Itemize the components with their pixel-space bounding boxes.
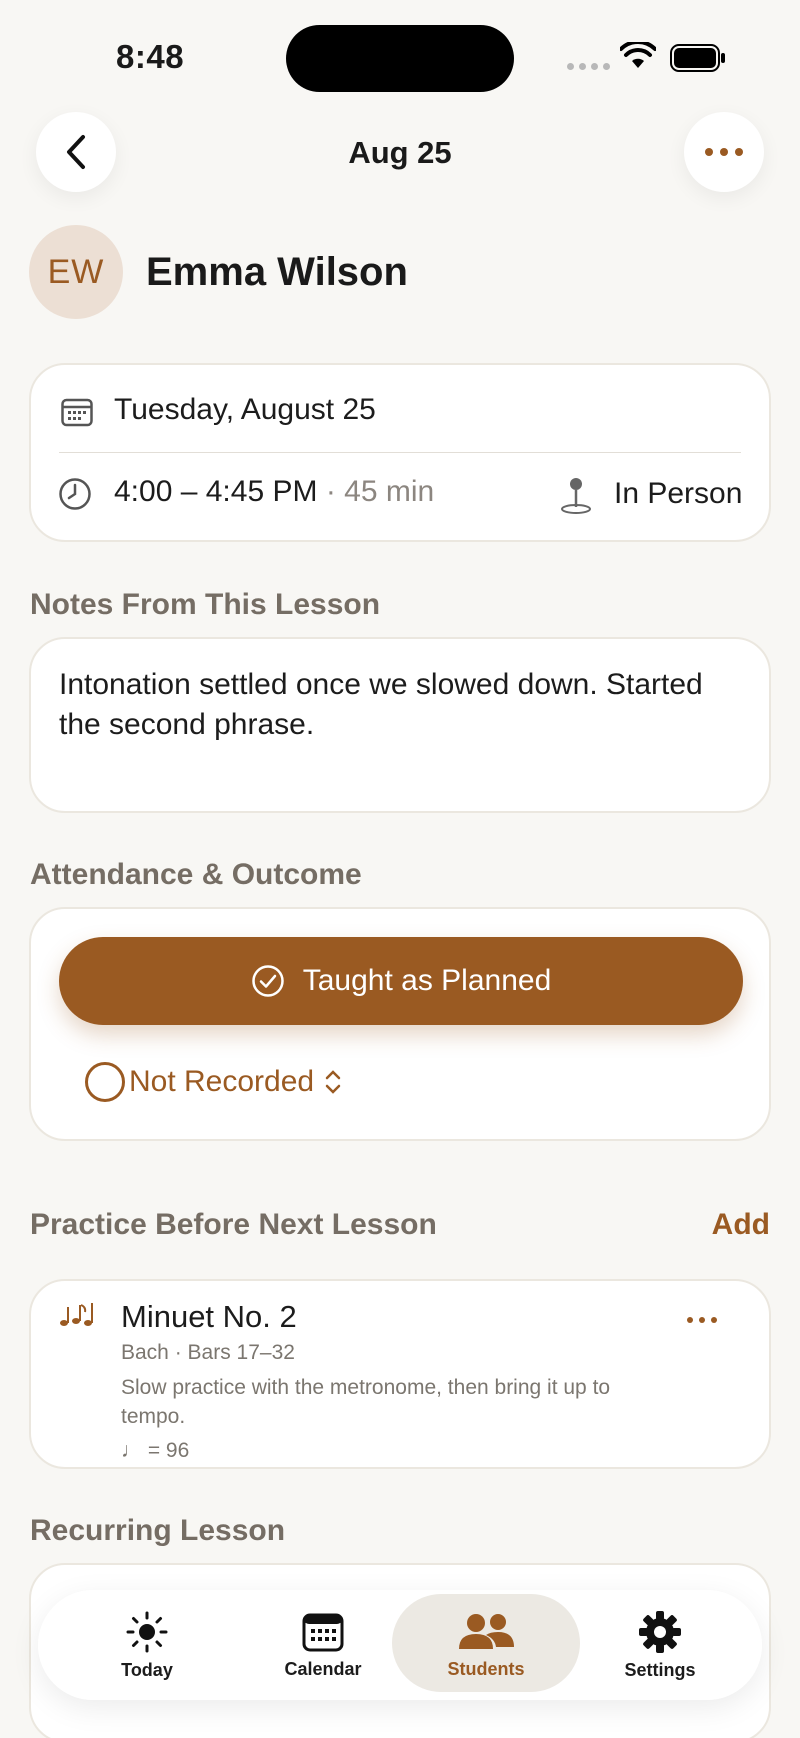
battery-icon [670,44,725,72]
recurring-heading: Recurring Lesson [30,1514,286,1547]
divider [59,452,741,453]
practice-heading: Practice Before Next Lesson [30,1208,437,1241]
people-icon [459,1613,514,1649]
sun-icon [126,1611,168,1652]
taught-as-planned-button[interactable]: Taught as Planned [59,937,743,1025]
attendance-status-label: Not Recorded [129,1065,315,1098]
piece-title: Minuet No. 2 [121,1299,297,1334]
calendar-icon [302,1613,344,1651]
tab-students[interactable]: Students [416,1590,556,1700]
add-practice-button[interactable]: Add [712,1208,770,1242]
lesson-date: Tuesday, August 25 [114,393,376,426]
tab-settings[interactable]: Settings [590,1590,730,1700]
lesson-location: In Person [614,477,743,510]
piece-tempo: ♩ = 96 [121,1439,190,1462]
dynamic-island [286,25,514,92]
page-title: Aug 25 [348,135,452,170]
notes-text[interactable]: Intonation settled once we slowed down. … [59,665,743,745]
tab-calendar-label: Calendar [284,1658,362,1679]
gear-icon [639,1610,681,1653]
piece-description: Slow practice with the metronome, then b… [121,1376,611,1428]
empty-circle-icon [85,1062,125,1102]
clock-icon [59,478,91,510]
tab-students-label: Students [447,1658,525,1679]
tab-bar: Today Calendar Students Settings [38,1590,762,1700]
tab-today-label: Today [121,1659,173,1680]
notes-heading: Notes From This Lesson [30,588,381,621]
lesson-time: 4:00 – 4:45 PM · 45 min [114,475,434,509]
attendance-card: Taught as Planned Not Recorded [29,907,771,1141]
ellipsis-icon [705,148,743,156]
status-bar: 8:48 [0,0,800,110]
more-button[interactable] [684,112,764,192]
cellular-signal-icon [567,63,610,70]
lesson-duration: · 45 min [325,475,435,508]
practice-item-card[interactable]: Minuet No. 2 Bach · Bars 17–32 Slow prac… [29,1279,771,1469]
notes-card[interactable]: Intonation settled once we slowed down. … [29,637,771,813]
lesson-time-range: 4:00 – 4:45 PM [114,475,318,508]
status-time: 8:48 [116,38,185,75]
student-name: Emma Wilson [146,250,408,294]
wifi-icon [620,42,656,68]
location-pin-icon [561,478,591,514]
avatar: EW [29,225,123,319]
attendance-status-picker[interactable]: Not Recorded [85,1062,342,1102]
calendar-icon [61,398,93,427]
piece-subtitle: Bach · Bars 17–32 [121,1341,295,1364]
music-notes-icon [60,1303,93,1326]
tab-calendar[interactable]: Calendar [253,1590,393,1700]
lesson-details-card: Tuesday, August 25 4:00 – 4:45 PM · 45 m… [29,363,771,542]
tab-settings-label: Settings [624,1659,696,1680]
tab-today[interactable]: Today [87,1590,207,1700]
taught-as-planned-label: Taught as Planned [302,964,552,997]
chevron-up-down-icon [325,1070,341,1094]
practice-item-more-button[interactable] [687,1317,717,1323]
attendance-heading: Attendance & Outcome [30,858,362,891]
checkmark-circle-icon [251,965,284,997]
